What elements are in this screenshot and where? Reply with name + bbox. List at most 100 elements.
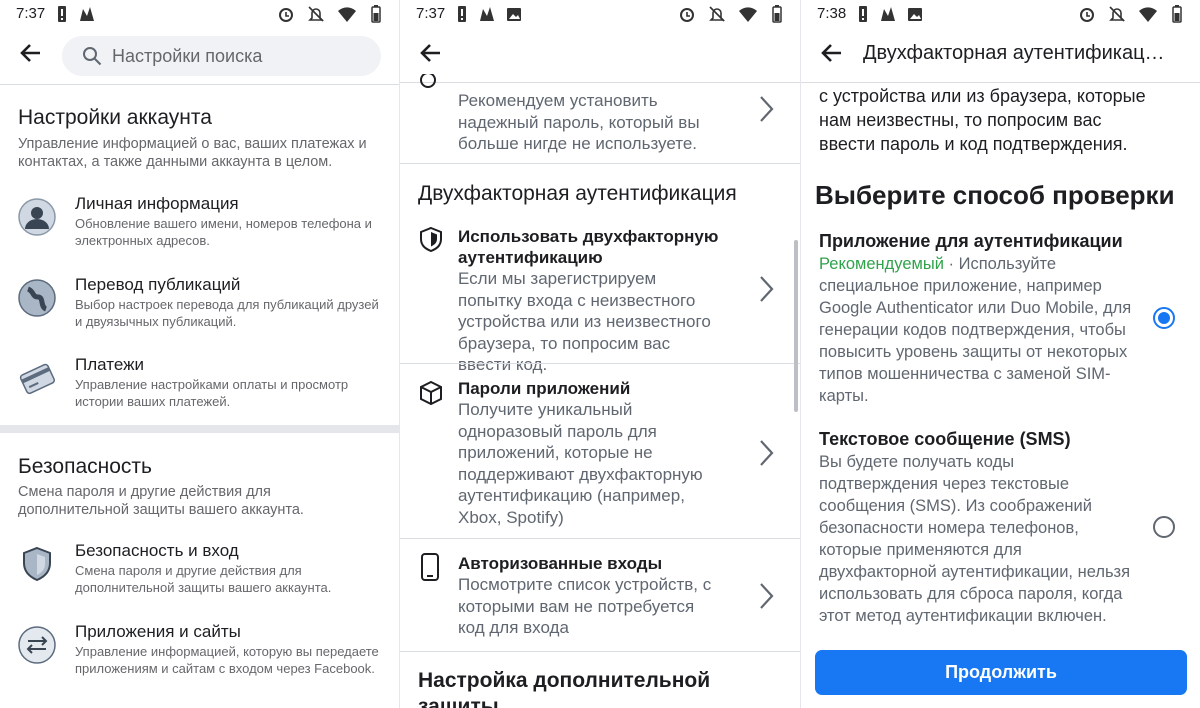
divider bbox=[801, 82, 1200, 83]
chevron-right-icon bbox=[760, 96, 774, 122]
back-arrow-icon[interactable] bbox=[18, 40, 48, 70]
wifi-icon bbox=[1138, 5, 1157, 23]
wifi-icon bbox=[738, 5, 757, 23]
app-bar: Настройки поиска bbox=[0, 28, 399, 84]
settings-item-translation[interactable]: Перевод публикаций Выбор настроек перево… bbox=[18, 275, 387, 335]
divider bbox=[400, 363, 800, 364]
alert-icon bbox=[56, 5, 68, 26]
item-title: Безопасность и вход bbox=[75, 541, 239, 560]
radio-sms[interactable] bbox=[1153, 516, 1175, 538]
page-title: Двухфакторная аутентификац… bbox=[863, 42, 1165, 64]
divider bbox=[0, 84, 399, 85]
mute-icon bbox=[1108, 5, 1126, 23]
item-desc: Смена пароля и другие действия для допол… bbox=[75, 563, 332, 595]
item-desc: Управление настройками оплаты и просмотр… bbox=[75, 377, 349, 409]
back-arrow-icon[interactable] bbox=[819, 40, 849, 70]
item-title: Использовать двухфакторную аутентификаци… bbox=[458, 227, 719, 267]
continue-button[interactable]: Продолжить bbox=[815, 650, 1187, 695]
screen-account-settings: 7:37 Настройки поиска Настройки аккаунта… bbox=[0, 0, 399, 708]
item-desc: Управление информацией, которую вы перед… bbox=[75, 644, 379, 676]
divider bbox=[400, 163, 800, 164]
status-time: 7:37 bbox=[416, 5, 446, 22]
status-time: 7:37 bbox=[16, 5, 46, 22]
image-icon bbox=[506, 5, 522, 26]
status-bar: 7:38 bbox=[801, 0, 1200, 28]
app-bar: Двухфакторная аутентификац… bbox=[801, 28, 1200, 84]
search-icon bbox=[82, 46, 102, 66]
image-icon bbox=[907, 5, 923, 26]
scrollbar[interactable] bbox=[794, 240, 798, 412]
choose-method-heading: Выберите способ проверки bbox=[815, 180, 1175, 210]
divider bbox=[400, 651, 800, 652]
status-time: 7:38 bbox=[817, 5, 847, 22]
settings-item-app-passwords[interactable]: Пароли приложений Получите уникальный од… bbox=[418, 378, 784, 528]
settings-item-authorized-logins[interactable]: Авторизованные входы Посмотрите список у… bbox=[418, 553, 784, 643]
phone-icon bbox=[420, 553, 442, 586]
settings-item-password[interactable]: Рекомендуем установить надежный пароль, … bbox=[418, 74, 784, 160]
alert-icon bbox=[456, 5, 468, 26]
section-desc-security: Смена пароля и другие действия для допол… bbox=[18, 484, 304, 518]
option-title: Приложение для аутентификации bbox=[819, 231, 1123, 251]
intro-text: с устройства или из браузера, которые на… bbox=[819, 86, 1146, 154]
back-arrow-icon[interactable] bbox=[418, 40, 448, 70]
mute-icon bbox=[307, 5, 325, 23]
option-desc: Рекомендуемый · Используйте специальное … bbox=[819, 253, 1136, 407]
item-desc: Рекомендуем установить надежный пароль, … bbox=[458, 91, 700, 153]
item-title: Авторизованные входы bbox=[458, 554, 663, 573]
password-icon bbox=[418, 74, 438, 92]
app-icon bbox=[879, 5, 897, 26]
option-desc-text: · Используйте специальное приложение, на… bbox=[819, 255, 1132, 405]
cube-icon bbox=[418, 380, 444, 411]
option-desc: Вы будете получать коды подтверждения че… bbox=[819, 453, 1131, 625]
status-bar: 7:37 bbox=[400, 0, 800, 28]
radio-auth-app[interactable] bbox=[1153, 307, 1175, 329]
settings-item-use-2fa[interactable]: Использовать двухфакторную аутентификаци… bbox=[418, 226, 784, 374]
alert-icon bbox=[857, 5, 869, 26]
option-title: Текстовое сообщение (SMS) bbox=[819, 429, 1071, 449]
settings-item-payments[interactable]: Платежи Управление настройками оплаты и … bbox=[18, 355, 387, 415]
credit-card-icon bbox=[18, 359, 56, 397]
screen-security-login: 7:37 Рекомендуем установить надежный пар… bbox=[400, 0, 800, 708]
section-divider bbox=[0, 425, 399, 433]
shield-icon bbox=[18, 545, 56, 583]
item-desc: Посмотрите список устройств, с которыми … bbox=[458, 575, 712, 637]
item-desc: Если мы зарегистрируем попытку входа с н… bbox=[458, 269, 711, 374]
option-sms[interactable]: Текстовое сообщение (SMS) Вы будете полу… bbox=[819, 427, 1136, 627]
settings-item-security-login[interactable]: Безопасность и вход Смена пароля и други… bbox=[18, 541, 387, 601]
swap-arrows-icon bbox=[18, 626, 56, 664]
app-icon bbox=[78, 5, 96, 26]
section-title-account: Настройки аккаунта bbox=[18, 106, 212, 129]
wifi-icon bbox=[337, 5, 356, 23]
recommended-badge: Рекомендуемый bbox=[819, 255, 944, 273]
alarm-icon bbox=[1078, 5, 1096, 23]
chevron-right-icon bbox=[760, 276, 774, 302]
item-desc: Получите уникальный одноразовый пароль д… bbox=[458, 400, 703, 527]
search-placeholder: Настройки поиска bbox=[112, 45, 263, 66]
shield-icon bbox=[418, 226, 444, 257]
item-title: Перевод публикаций bbox=[75, 275, 241, 294]
item-title: Платежи bbox=[75, 355, 144, 374]
person-icon bbox=[18, 198, 56, 236]
alarm-icon bbox=[678, 5, 696, 23]
search-input[interactable]: Настройки поиска bbox=[62, 36, 381, 76]
section-desc-account: Управление информацией о вас, ваших плат… bbox=[18, 136, 367, 170]
item-desc: Обновление вашего имени, номеров телефон… bbox=[75, 216, 372, 248]
item-title: Приложения и сайты bbox=[75, 622, 241, 641]
battery-icon bbox=[1168, 5, 1186, 23]
item-title: Пароли приложений bbox=[458, 379, 631, 398]
settings-item-apps-sites[interactable]: Приложения и сайты Управление информацие… bbox=[18, 622, 387, 694]
option-auth-app[interactable]: Приложение для аутентификации Рекомендуе… bbox=[819, 229, 1136, 407]
globe-icon bbox=[18, 279, 56, 317]
divider bbox=[400, 538, 800, 539]
settings-item-personal-info[interactable]: Личная информация Обновление вашего имен… bbox=[18, 194, 387, 254]
app-icon bbox=[478, 5, 496, 26]
alarm-icon bbox=[277, 5, 295, 23]
mute-icon bbox=[708, 5, 726, 23]
item-desc: Выбор настроек перевода для публикаций д… bbox=[75, 297, 379, 329]
screen-choose-method: 7:38 Двухфакторная аутентификац… с устро… bbox=[801, 0, 1200, 708]
section-title-2fa: Двухфакторная аутентификация bbox=[418, 182, 737, 205]
status-bar: 7:37 bbox=[0, 0, 399, 28]
chevron-right-icon bbox=[760, 583, 774, 609]
battery-icon bbox=[367, 5, 385, 23]
chevron-right-icon bbox=[760, 440, 774, 466]
